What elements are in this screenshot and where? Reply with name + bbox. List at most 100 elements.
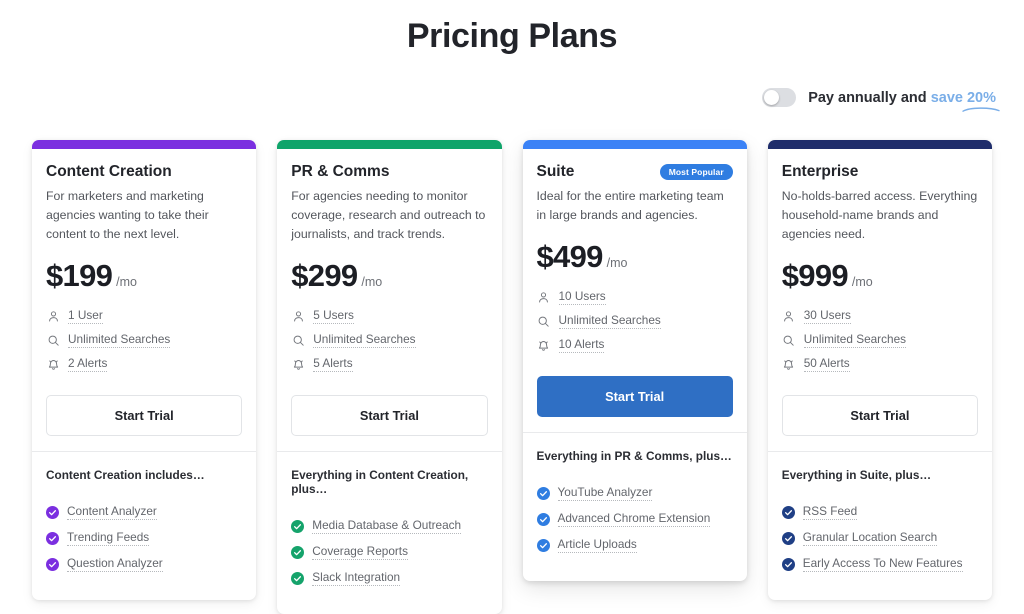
feature-item: YouTube Analyzer — [536, 485, 733, 501]
check-circle-icon — [46, 505, 59, 519]
start-trial-button[interactable]: Start Trial — [781, 395, 978, 436]
feature-label[interactable]: YouTube Analyzer — [557, 485, 653, 501]
pricing-card-pr-and-comms: PR & Comms For agencies needing to monito… — [277, 140, 502, 614]
plan-header: Enterprise — [782, 163, 978, 181]
card-accent-bar — [522, 140, 747, 149]
start-trial-button[interactable]: Start Trial — [536, 376, 733, 417]
check-circle-icon — [291, 519, 305, 533]
billing-save-text: save 20% — [930, 89, 996, 106]
check-circle-icon — [536, 538, 550, 552]
spec-item: 5 Users — [291, 308, 487, 324]
feature-item: Article Uploads — [536, 537, 733, 553]
price-row: $499/mo — [537, 233, 733, 275]
search-icon — [291, 333, 305, 347]
feature-label[interactable]: Content Analyzer — [67, 504, 157, 520]
spec-label[interactable]: 2 Alerts — [68, 356, 108, 372]
check-circle-icon — [781, 531, 795, 545]
start-trial-button[interactable]: Start Trial — [46, 395, 243, 436]
feature-label[interactable]: Article Uploads — [557, 537, 637, 553]
spec-label[interactable]: 5 Alerts — [313, 356, 353, 372]
spec-label[interactable]: 10 Alerts — [558, 337, 605, 353]
billing-label-prefix: Pay annually and — [808, 89, 927, 106]
feature-label[interactable]: Advanced Chrome Extension — [557, 511, 711, 527]
feature-item: RSS Feed — [781, 504, 978, 520]
pricing-card-content-creation: Content Creation For marketers and market… — [32, 140, 257, 600]
feature-label[interactable]: Coverage Reports — [312, 544, 408, 560]
plan-name: Content Creation — [46, 163, 172, 180]
card-divider — [32, 451, 257, 452]
spec-label[interactable]: Unlimited Searches — [313, 332, 416, 348]
price-period: /mo — [116, 275, 138, 289]
check-circle-icon — [46, 557, 59, 571]
feature-item: Trending Feeds — [46, 530, 242, 546]
billing-label: Pay annually and save 20% — [808, 89, 1000, 112]
plan-specs: 1 User Unlimited Searches 2 Alerts — [46, 308, 242, 380]
plan-header: PR & Comms — [291, 163, 487, 181]
spec-label[interactable]: Unlimited Searches — [558, 313, 661, 329]
spec-item: 2 Alerts — [46, 356, 242, 372]
feature-list: YouTube Analyzer Advanced Chrome Extensio… — [536, 485, 733, 581]
spec-label[interactable]: 1 User — [68, 308, 103, 324]
plan-description: Ideal for the entire marketing team in l… — [536, 189, 724, 222]
spec-item: Unlimited Searches — [291, 332, 487, 348]
check-circle-icon — [781, 505, 795, 519]
card-body: Suite Most Popular Ideal for the entire ma… — [522, 149, 747, 581]
feature-label[interactable]: Granular Location Search — [802, 530, 938, 546]
check-circle-icon — [536, 486, 550, 500]
plan-description: For agencies needing to monitor coverage… — [291, 189, 486, 241]
plan-specs: 10 Users Unlimited Searches 10 Alerts — [537, 289, 733, 361]
price-row: $299/mo — [291, 252, 487, 294]
price-row: $199/mo — [46, 252, 242, 294]
spec-item: Unlimited Searches — [537, 313, 733, 329]
start-trial-button[interactable]: Start Trial — [291, 395, 488, 436]
includes-title: Everything in Content Creation, plus… — [291, 468, 469, 496]
price-period: /mo — [606, 256, 628, 270]
spec-label[interactable]: 10 Users — [558, 289, 606, 305]
plan-name: Enterprise — [781, 163, 859, 180]
check-circle-icon — [291, 545, 305, 559]
check-circle-icon — [46, 531, 59, 545]
billing-save-link[interactable]: save 20% — [930, 89, 1000, 112]
feature-item: Advanced Chrome Extension — [536, 511, 733, 527]
search-icon — [782, 333, 796, 347]
spec-label[interactable]: 5 Users — [313, 308, 354, 324]
card-divider — [767, 451, 992, 452]
price-amount: $499 — [536, 239, 604, 274]
card-accent-bar — [32, 140, 257, 149]
user-icon — [46, 309, 60, 323]
feature-item: Question Analyzer — [46, 556, 242, 572]
plan-name: Suite — [536, 163, 575, 180]
feature-label[interactable]: Early Access To New Features — [802, 556, 963, 572]
user-icon — [537, 290, 551, 304]
feature-item: Early Access To New Features — [781, 556, 978, 572]
pricing-card-enterprise: Enterprise No-holds-barred access. Everyt… — [767, 140, 992, 600]
pricing-cards-grid: Content Creation For marketers and market… — [32, 140, 992, 614]
plan-header: Suite Most Popular — [537, 163, 733, 181]
spec-label[interactable]: Unlimited Searches — [68, 332, 171, 348]
feature-label[interactable]: Question Analyzer — [67, 556, 163, 572]
feature-item: Granular Location Search — [781, 530, 978, 546]
bell-icon — [46, 357, 60, 371]
feature-list: Content Analyzer Trending Feeds Question A… — [46, 504, 242, 600]
card-body: Enterprise No-holds-barred access. Everyt… — [767, 149, 992, 600]
feature-label[interactable]: Trending Feeds — [67, 530, 150, 546]
feature-item: Slack Integration — [291, 570, 487, 586]
page-title: Pricing Plans — [406, 17, 618, 55]
spec-label[interactable]: 30 Users — [803, 308, 851, 324]
feature-label[interactable]: Slack Integration — [312, 570, 401, 586]
spec-item: 50 Alerts — [782, 356, 978, 372]
card-accent-bar — [277, 140, 502, 149]
feature-label[interactable]: Media Database & Outreach — [312, 518, 462, 534]
plan-name: PR & Comms — [291, 163, 390, 180]
includes-title: Content Creation includes… — [46, 468, 205, 482]
price-row: $999/mo — [782, 252, 978, 294]
search-icon — [537, 314, 551, 328]
annual-billing-toggle[interactable] — [762, 88, 797, 107]
feature-label[interactable]: RSS Feed — [802, 504, 858, 520]
user-icon — [782, 309, 796, 323]
spec-item: 1 User — [46, 308, 242, 324]
spec-label[interactable]: 50 Alerts — [803, 356, 850, 372]
spec-label[interactable]: Unlimited Searches — [803, 332, 907, 348]
includes-title: Everything in PR & Comms, plus… — [536, 449, 732, 463]
plan-header: Content Creation — [46, 163, 242, 181]
